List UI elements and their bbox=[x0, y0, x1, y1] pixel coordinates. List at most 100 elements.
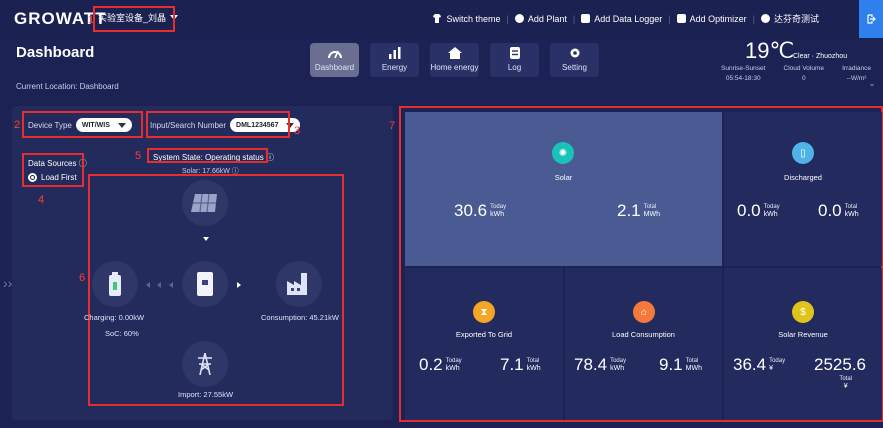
annotation-number-3: 3 bbox=[294, 125, 301, 137]
solar-panel-icon bbox=[191, 194, 217, 212]
add-data-logger-button[interactable]: Add Data Logger bbox=[581, 14, 662, 24]
logout-button[interactable] bbox=[859, 0, 883, 38]
page-title: Dashboard bbox=[16, 44, 95, 61]
temperature: 19℃ bbox=[745, 38, 795, 63]
annotation-box-1 bbox=[93, 6, 175, 32]
weather-condition: Clear · Zhuozhou bbox=[793, 53, 848, 60]
solar-total-value: 2.1 bbox=[617, 201, 641, 220]
divider: | bbox=[506, 13, 509, 24]
exported-today-unit: kWh bbox=[445, 365, 460, 372]
flow-arrow-left bbox=[157, 282, 161, 288]
add-plant-button[interactable]: Add Plant bbox=[514, 13, 567, 24]
load-total-value: 9.1 bbox=[659, 355, 683, 374]
annotation-number-1: 1 bbox=[88, 14, 95, 26]
cloud-label: Cloud Volume bbox=[783, 65, 825, 72]
sunrise-label: Sunrise-Sunset bbox=[721, 65, 766, 72]
log-icon bbox=[509, 47, 520, 59]
user-icon bbox=[760, 14, 770, 23]
expand-sidebar-icon[interactable]: ›› bbox=[3, 275, 12, 291]
weather-cloud: Cloud Volume 0 bbox=[784, 65, 824, 82]
add-optimizer-button[interactable]: Add Optimizer bbox=[676, 13, 747, 24]
revenue-today-label: Today bbox=[769, 358, 786, 364]
discharged-today-label: Today bbox=[763, 204, 780, 210]
add-plant-label: Add Plant bbox=[527, 13, 567, 24]
discharged-total-value: 0.0 bbox=[818, 201, 842, 220]
discharged-today-value: 0.0 bbox=[737, 201, 761, 220]
divider: | bbox=[572, 13, 576, 24]
sunrise-value: 05:54-18:30 bbox=[725, 75, 761, 82]
tab-setting-label: Setting bbox=[562, 63, 587, 72]
solar-panel-node[interactable] bbox=[182, 180, 228, 226]
inverter-node[interactable] bbox=[182, 261, 228, 307]
exported-card[interactable]: ⧗ Exported To Grid 0.2 Today kWh 7.1 Tota… bbox=[405, 268, 563, 420]
discharged-total-unit: kWh bbox=[844, 211, 859, 218]
flow-arrow-left bbox=[169, 282, 173, 288]
load-node[interactable] bbox=[276, 261, 322, 307]
consumption-readout: Consumption: 45.21kW bbox=[261, 313, 339, 322]
exported-total-value: 7.1 bbox=[500, 355, 524, 374]
solar-total-unit: MWh bbox=[643, 211, 660, 218]
grid-tower-icon bbox=[198, 353, 212, 375]
revenue-today-unit: ¥ bbox=[769, 365, 773, 372]
tab-setting[interactable]: Setting bbox=[550, 43, 599, 77]
exported-today: 0.2 Today kWh bbox=[419, 356, 462, 374]
charging-readout: Charging: 0.00kW bbox=[84, 313, 145, 322]
load-total: 9.1 Total MWh bbox=[659, 356, 702, 374]
tab-home-energy[interactable]: Home energy bbox=[430, 43, 479, 77]
home-icon bbox=[447, 47, 462, 59]
solar-card-title: Solar bbox=[554, 173, 573, 182]
chevron-down-icon[interactable]: ⌄ bbox=[863, 78, 881, 96]
solar-card[interactable]: ✺ Solar 30.6 Today kWh 2.1 Total MWh bbox=[405, 112, 722, 266]
revenue-total: 2525.6 Total ¥ bbox=[814, 355, 866, 391]
discharged-total: 0.0 Total kWh bbox=[818, 202, 859, 220]
discharged-card[interactable]: ▯ Discharged 0.0 Today kWh 0.0 Total kWh bbox=[724, 112, 882, 266]
breadcrumb: Current Location: Dashboard bbox=[16, 82, 119, 91]
load-today-label: Today bbox=[610, 358, 627, 364]
load-card-title: Load Consumption bbox=[612, 330, 675, 339]
solar-total: 2.1 Total MWh bbox=[617, 202, 660, 220]
top-actions: Switch theme | Add Plant | Add Data Logg… bbox=[432, 12, 819, 25]
discharged-today-unit: kWh bbox=[763, 211, 778, 218]
add-optimizer-label: Add Optimizer bbox=[689, 13, 747, 24]
gear-icon bbox=[570, 48, 579, 58]
revenue-card-title: Solar Revenue bbox=[778, 330, 828, 339]
battery-node[interactable] bbox=[92, 261, 138, 307]
revenue-total-unit: ¥ bbox=[843, 383, 848, 390]
solar-revenue-card[interactable]: $ Solar Revenue 36.4 Today ¥ 2525.6 Total… bbox=[724, 268, 882, 420]
exported-today-label: Today bbox=[445, 358, 462, 364]
add-data-logger-label: Add Data Logger bbox=[594, 13, 663, 24]
inverter-icon bbox=[197, 272, 213, 296]
main-nav: Dashboard Energy Home energy Log Setting bbox=[310, 43, 599, 77]
shirt-icon bbox=[433, 14, 442, 23]
cloud-value: 0 bbox=[801, 75, 806, 82]
weather-sunrise: Sunrise-Sunset 05:54-18:30 bbox=[721, 65, 765, 82]
exported-total-unit: kWh bbox=[526, 365, 541, 372]
tab-energy[interactable]: Energy bbox=[370, 43, 419, 77]
exported-card-title: Exported To Grid bbox=[455, 330, 513, 339]
datalogger-icon bbox=[581, 14, 591, 23]
revenue-total-value: 2525.6 bbox=[814, 355, 866, 374]
weather-details: Sunrise-Sunset 05:54-18:30 Cloud Volume … bbox=[721, 65, 871, 82]
annotation-box-3 bbox=[146, 111, 290, 138]
tab-dashboard-label: Dashboard bbox=[314, 63, 355, 72]
load-consumption-card[interactable]: ⌂ Load Consumption 78.4 Today kWh 9.1 Tot… bbox=[565, 268, 722, 420]
divider: | bbox=[668, 13, 671, 24]
flow-arrow-right bbox=[237, 282, 241, 288]
tab-log-label: Log bbox=[507, 63, 522, 72]
annotation-number-4: 4 bbox=[38, 194, 45, 206]
tab-dashboard[interactable]: Dashboard bbox=[310, 43, 359, 77]
grid-export-icon: ⧗ bbox=[473, 301, 495, 323]
annotation-number-6: 6 bbox=[79, 272, 86, 284]
solar-today-unit: kWh bbox=[490, 211, 505, 218]
revenue-today: 36.4 Today ¥ bbox=[733, 356, 785, 374]
switch-theme-button[interactable]: Switch theme bbox=[432, 14, 500, 24]
revenue-today-value: 36.4 bbox=[733, 355, 767, 374]
logout-icon bbox=[867, 14, 876, 24]
sun-icon: ✺ bbox=[552, 142, 574, 164]
user-menu[interactable]: 达芬奇测试 bbox=[760, 12, 819, 25]
load-today: 78.4 Today kWh bbox=[574, 356, 626, 374]
grid-node[interactable] bbox=[182, 341, 228, 387]
plus-circle-icon bbox=[514, 14, 524, 23]
tab-log[interactable]: Log bbox=[490, 43, 539, 77]
gauge-icon bbox=[327, 50, 342, 59]
